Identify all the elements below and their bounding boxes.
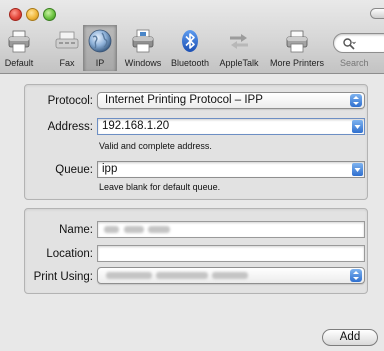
name-label: Name: [59,224,93,236]
toolbar-item-bluetooth[interactable]: Bluetooth [167,28,213,70]
popup-arrows-icon [350,269,362,282]
name-field[interactable] [97,221,365,238]
toolbar-item-label: AppleTalk [219,58,259,68]
redacted-text [148,226,170,233]
search-label: Search [340,58,369,68]
toolbar: Default Fax IP Windows Bluetooth AppleTa… [0,0,384,74]
toolbar-item-ip[interactable]: IP [85,28,115,70]
popup-arrows-icon [350,94,362,107]
toolbar-item-label: Windows [124,58,162,68]
magnifier-icon [343,38,356,50]
bluetooth-icon [182,30,198,52]
toolbar-toggle-button[interactable] [370,8,384,19]
toolbar-item-fax[interactable]: Fax [51,28,83,70]
queue-hint: Leave blank for default queue. [99,182,221,192]
windows-printer-icon [132,29,154,53]
queue-field[interactable]: ipp [97,161,365,178]
queue-label: Queue: [55,164,93,176]
address-value: 192.168.1.20 [102,120,170,132]
toolbar-item-label: Default [4,58,34,68]
toolbar-item-label: IP [95,58,105,68]
redacted-text [212,272,248,279]
zoom-button[interactable] [43,8,56,21]
address-hint: Valid and complete address. [99,141,212,151]
toolbar-item-label: Bluetooth [170,58,210,68]
appletalk-icon [230,34,248,49]
location-label: Location: [46,248,93,260]
address-field[interactable]: 192.168.1.20 [97,118,365,135]
redacted-text [104,226,119,233]
minimize-button[interactable] [26,8,39,21]
add-button[interactable]: Add [322,329,378,346]
toolbar-item-appletalk[interactable]: AppleTalk [213,28,265,70]
protocol-popup[interactable]: Internet Printing Protocol – IPP [97,92,365,109]
protocol-value: Internet Printing Protocol – IPP [105,94,263,106]
toolbar-item-more-printers[interactable]: More Printers [266,28,328,70]
printer-icon [286,30,308,53]
globe-icon [88,29,112,53]
protocol-label: Protocol: [47,95,93,107]
add-printer-window: Default Fax IP Windows Bluetooth AppleTa… [0,0,384,351]
queue-value: ipp [102,163,118,175]
toolbar-item-label: More Printers [269,58,324,68]
chevron-down-icon[interactable] [352,163,363,176]
redacted-text [106,272,152,279]
search-input[interactable] [333,33,384,53]
location-field[interactable] [97,245,365,262]
print-using-label: Print Using: [33,271,93,283]
address-label: Address: [47,121,93,133]
printer-icon [8,30,30,53]
redacted-text [156,272,208,279]
print-using-popup[interactable] [97,267,365,284]
fax-icon [55,31,79,49]
close-button[interactable] [9,8,22,21]
chevron-down-icon[interactable] [352,120,363,133]
redacted-text [124,226,144,233]
toolbar-item-windows[interactable]: Windows [120,28,166,70]
toolbar-item-label: Fax [59,58,75,68]
toolbar-item-default[interactable]: Default [2,28,36,70]
